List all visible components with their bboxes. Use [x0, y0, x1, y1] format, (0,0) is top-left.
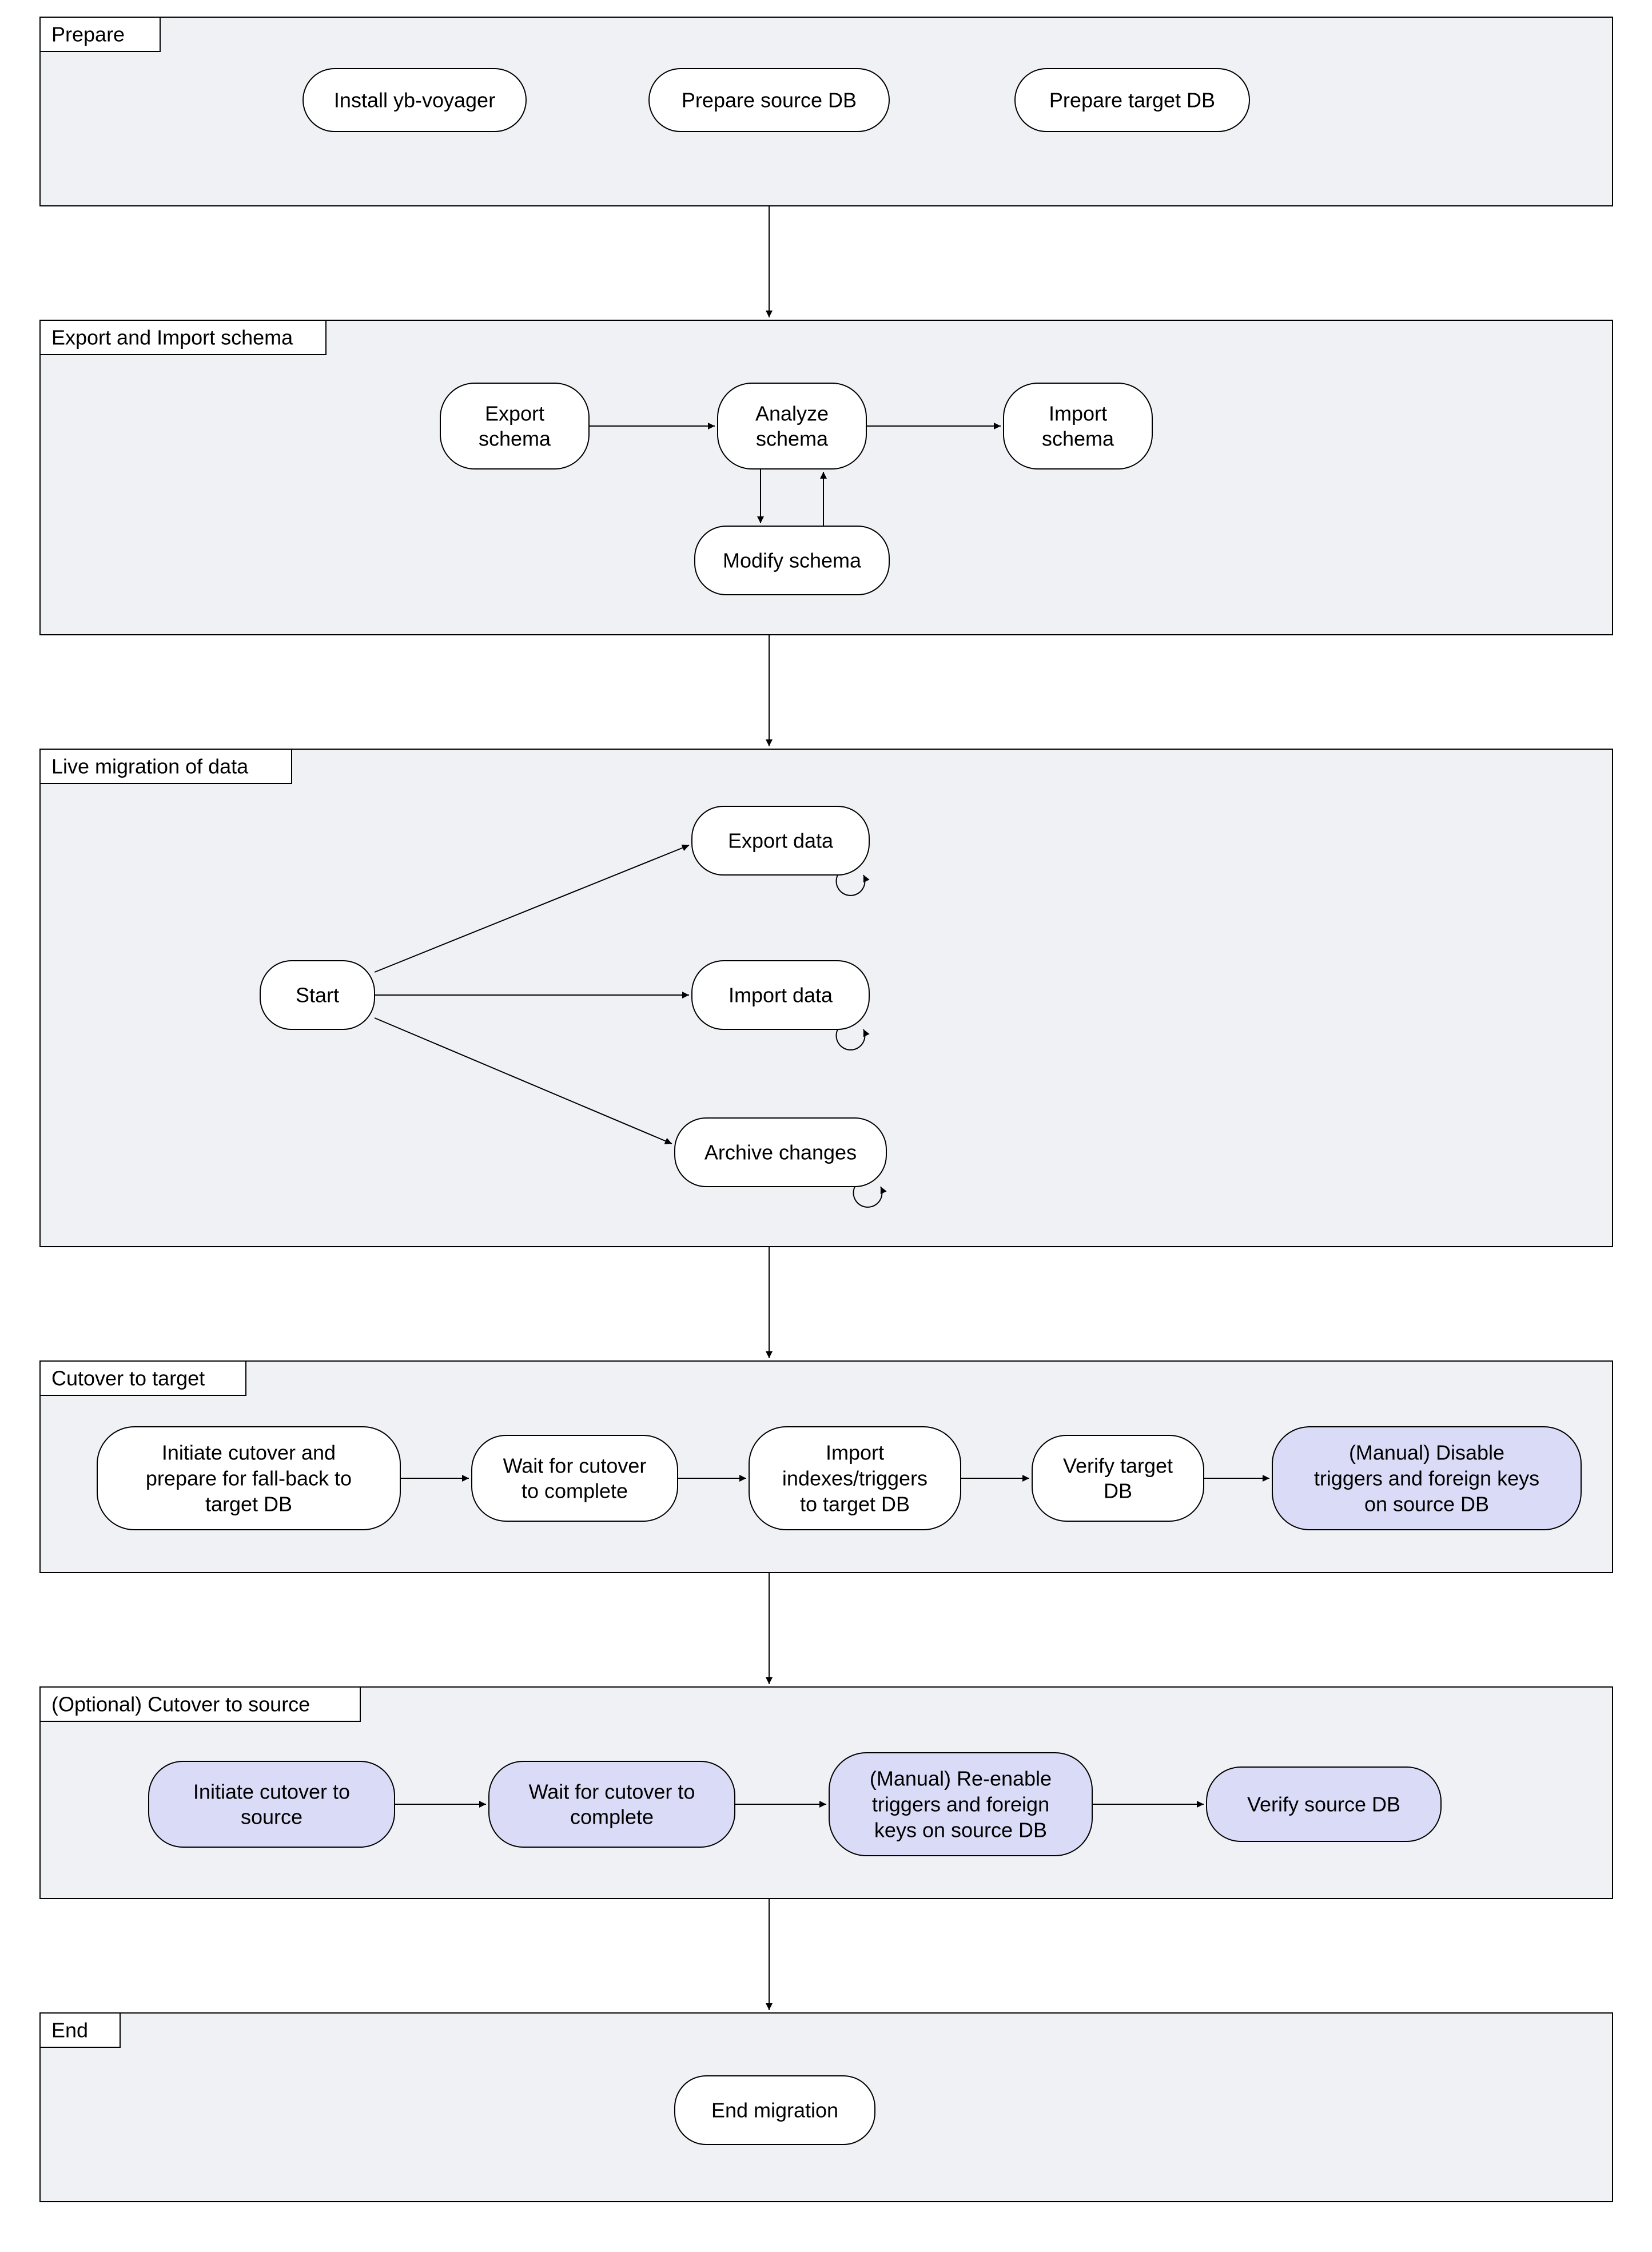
svg-text:End migration: End migration — [711, 2099, 838, 2122]
svg-text:triggers and foreign: triggers and foreign — [872, 1793, 1049, 1816]
group-prepare-title: Prepare — [51, 23, 125, 46]
svg-text:schema: schema — [1042, 427, 1114, 451]
svg-text:Import: Import — [1049, 402, 1107, 425]
svg-text:on source DB: on source DB — [1364, 1493, 1489, 1516]
node-verify-target-db — [1032, 1435, 1204, 1521]
svg-text:to target DB: to target DB — [800, 1493, 910, 1516]
svg-text:Wait for cutover to: Wait for cutover to — [529, 1780, 695, 1804]
svg-text:target DB: target DB — [205, 1493, 292, 1516]
group-cutover-target-title: Cutover to target — [51, 1367, 205, 1390]
svg-text:Start: Start — [296, 984, 339, 1007]
svg-text:Modify schema: Modify schema — [723, 549, 862, 572]
group-live-title: Live migration of data — [51, 755, 249, 778]
svg-text:indexes/triggers: indexes/triggers — [782, 1467, 927, 1490]
svg-text:Verify target: Verify target — [1063, 1454, 1173, 1478]
svg-text:Prepare source DB: Prepare source DB — [682, 89, 857, 112]
flowchart-diagram: Prepare Install yb-voyager Prepare sourc… — [0, 0, 1652, 2252]
svg-text:Export data: Export data — [728, 829, 834, 853]
svg-text:Archive changes: Archive changes — [704, 1141, 857, 1164]
svg-text:Import: Import — [826, 1441, 884, 1465]
group-schema-title: Export and Import schema — [51, 326, 293, 349]
node-analyze-schema — [718, 383, 866, 469]
svg-text:Import data: Import data — [729, 984, 833, 1007]
svg-text:keys on source DB: keys on source DB — [874, 1819, 1047, 1842]
svg-text:Install yb-voyager: Install yb-voyager — [334, 89, 495, 112]
svg-text:Prepare target DB: Prepare target DB — [1049, 89, 1215, 112]
svg-text:(Manual) Re-enable: (Manual) Re-enable — [870, 1767, 1052, 1791]
node-import-schema — [1004, 383, 1152, 469]
svg-text:Verify source DB: Verify source DB — [1247, 1793, 1400, 1816]
svg-text:Initiate cutover and: Initiate cutover and — [162, 1441, 336, 1465]
node-wait-cutover-target — [472, 1435, 678, 1521]
svg-text:Initiate cutover to: Initiate cutover to — [193, 1780, 350, 1804]
group-cutover-source-title: (Optional) Cutover to source — [51, 1693, 310, 1716]
svg-text:(Manual) Disable: (Manual) Disable — [1349, 1441, 1504, 1465]
svg-text:schema: schema — [479, 427, 551, 451]
node-export-schema — [440, 383, 589, 469]
svg-text:source: source — [241, 1805, 302, 1829]
svg-text:triggers and foreign keys: triggers and foreign keys — [1314, 1467, 1539, 1490]
node-wait-cutover-source — [489, 1761, 735, 1847]
svg-text:complete: complete — [570, 1805, 654, 1829]
svg-text:Export: Export — [485, 402, 544, 425]
svg-text:prepare for fall-back to: prepare for fall-back to — [146, 1467, 352, 1490]
svg-text:DB: DB — [1104, 1479, 1132, 1503]
svg-text:schema: schema — [756, 427, 829, 451]
svg-text:Wait for cutover: Wait for cutover — [503, 1454, 647, 1478]
svg-text:Analyze: Analyze — [755, 402, 829, 425]
svg-text:to complete: to complete — [522, 1479, 628, 1503]
node-initiate-cutover-source — [149, 1761, 395, 1847]
group-end-title: End — [51, 2019, 88, 2042]
